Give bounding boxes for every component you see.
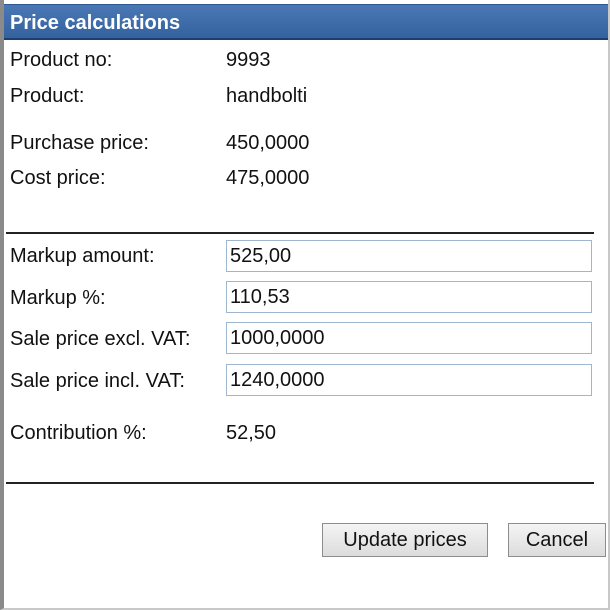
dialog-titlebar[interactable]: Price calculations	[4, 4, 608, 40]
section-divider-bottom	[6, 482, 594, 484]
sale-price-incl-vat-label: Sale price incl. VAT:	[10, 370, 185, 392]
section-divider-top	[6, 232, 594, 234]
contribution-pct-label: Contribution %:	[10, 422, 147, 444]
sale-price-incl-vat-input[interactable]	[226, 364, 592, 396]
product-no-label: Product no:	[10, 49, 113, 71]
purchase-price-value: 450,0000	[226, 132, 310, 154]
product-label: Product:	[10, 85, 85, 107]
cancel-button[interactable]: Cancel	[508, 523, 606, 557]
product-no-value: 9993	[226, 49, 271, 71]
dialog-title: Price calculations	[10, 12, 181, 34]
markup-pct-label: Markup %:	[10, 287, 106, 309]
sale-price-excl-vat-input[interactable]	[226, 322, 592, 354]
contribution-pct-value: 52,50	[226, 422, 277, 444]
cost-price-label: Cost price:	[10, 167, 106, 189]
product-value: handbolti	[226, 85, 308, 107]
markup-pct-input[interactable]	[226, 281, 592, 313]
update-prices-button[interactable]: Update prices	[322, 523, 488, 557]
markup-amount-label: Markup amount:	[10, 245, 155, 267]
cost-price-value: 475,0000	[226, 167, 310, 189]
markup-amount-input[interactable]	[226, 240, 592, 272]
sale-price-excl-vat-label: Sale price excl. VAT:	[10, 328, 191, 350]
purchase-price-label: Purchase price:	[10, 132, 149, 154]
price-calculations-dialog: Price calculations Product no: 9993 Prod…	[0, 0, 610, 610]
